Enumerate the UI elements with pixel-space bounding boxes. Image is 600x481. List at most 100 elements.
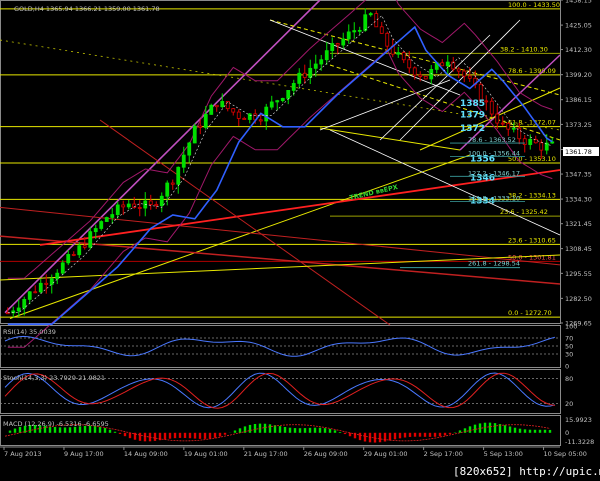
candle-body	[165, 182, 170, 197]
stoch-scale-label: 80	[565, 375, 573, 383]
white-down-line	[329, 129, 561, 236]
candle-body	[286, 89, 291, 99]
candle-body	[22, 298, 27, 309]
time-tick-label: 5 Sep 13:00	[484, 450, 523, 458]
candle-body	[198, 125, 203, 128]
fib-projection-big: 1379	[460, 110, 485, 120]
candle-body	[368, 13, 373, 16]
symbol-header: GOLD,H4 1365.94 1366.21 1359.00 1361.78	[14, 5, 160, 13]
fib-projection-label: 161.8 - 1333.10	[468, 194, 520, 202]
time-tick-label: 9 Aug 17:00	[64, 450, 104, 458]
fib-level-label: 61.8 - 1372.07	[508, 119, 556, 127]
fib-level-label: 23.6 - 1325.42	[500, 208, 548, 216]
candle-body	[242, 118, 247, 120]
candle-body	[374, 13, 379, 28]
candle-body	[440, 62, 445, 67]
price-tick-label: 1399.20	[565, 71, 592, 79]
candle-body	[445, 61, 450, 67]
macd-label: MACD (12,26,9) -6.5316 -6.6595	[3, 420, 109, 428]
candle-body	[385, 32, 390, 47]
candle-body	[126, 203, 131, 208]
candle-body	[66, 254, 71, 264]
candle-body	[522, 138, 527, 145]
rsi-label: RSI(14) 35.0039	[3, 328, 56, 336]
uptrend-line-lower	[9, 154, 471, 319]
candle-body	[511, 127, 516, 130]
candle-body	[495, 113, 500, 124]
candle-body	[231, 108, 236, 113]
macd-scale-label: -11.3228	[565, 438, 594, 446]
candle-body	[33, 291, 38, 294]
resistance-dashed-1	[269, 19, 561, 96]
rsi-scale-label: 30	[565, 351, 573, 359]
time-tick-label: 14 Aug 09:00	[124, 450, 168, 458]
candle-body	[104, 217, 109, 222]
candle-body	[49, 278, 54, 285]
candle-body	[27, 291, 32, 300]
candle-body	[264, 106, 269, 122]
price-tick-label: 1373.25	[565, 121, 592, 129]
candle-body	[335, 43, 340, 46]
macd-scale-label: 15.9923	[565, 416, 592, 424]
time-tick-label: 21 Aug 17:00	[244, 450, 288, 458]
rsi-scale-label: 50	[565, 343, 573, 351]
candle-body	[203, 114, 208, 128]
candle-body	[121, 204, 126, 208]
chart-canvas: 100.0 - 1433.50 38.2 - 1410.30 78.6 - 1399…	[0, 0, 600, 478]
rsi-scale-label: 0	[565, 363, 569, 371]
candle-body	[418, 74, 423, 77]
fib-projection-label: 78.6 - 1363.52	[468, 136, 516, 144]
candle-body	[352, 30, 357, 33]
candle-body	[379, 26, 384, 34]
candle-body	[209, 104, 214, 115]
candle-body	[258, 119, 263, 122]
candle-body	[396, 52, 401, 55]
fib-level-label: 78.6 - 1399.09	[508, 67, 556, 75]
fib-level-label: 38.2 - 1410.30	[500, 45, 548, 53]
candle-body	[489, 100, 494, 115]
rsi-indicator: 100 705030 0	[0, 323, 577, 371]
candle-body	[401, 52, 406, 61]
candle-body	[247, 113, 252, 120]
fib-level-label: 261.8 - 1298.54	[468, 260, 520, 268]
candle-body	[506, 123, 511, 130]
price-tick-label: 1334.30	[565, 196, 592, 204]
candle-body	[115, 204, 120, 215]
candle-body	[302, 72, 307, 78]
price-tick-label: 1308.45	[565, 245, 592, 253]
candle-body	[55, 272, 60, 280]
candle-body	[60, 262, 65, 274]
candle-body	[236, 111, 241, 119]
price-tick-label: 1295.55	[565, 270, 592, 278]
candle-body	[297, 72, 302, 84]
candle-body	[176, 166, 181, 185]
candle-body	[99, 221, 104, 229]
price-tick-label: 1347.35	[565, 171, 592, 179]
candle-body	[324, 50, 329, 61]
candle-body	[363, 14, 368, 31]
candle-body	[82, 245, 87, 248]
candle-body	[192, 125, 197, 144]
candle-body	[308, 67, 313, 78]
bottom-trend	[319, 127, 461, 151]
panel-frame	[0, 325, 561, 368]
uptrend-channel-upper	[4, 0, 321, 314]
candle-body	[38, 282, 43, 293]
candle-body	[357, 29, 362, 32]
time-axis: 7 Aug 2013 9 Aug 17:00 14 Aug 09:00 19 Aug …	[3, 447, 587, 458]
candle-body	[220, 101, 225, 108]
candle-body	[467, 75, 472, 79]
candle-body	[137, 207, 142, 209]
price-tick-label: 1425.05	[565, 22, 592, 30]
price-tick-label: 1282.50	[565, 295, 592, 303]
fib-level-label: 0.0 - 1272.70	[508, 309, 552, 317]
time-tick-label: 26 Aug 09:00	[304, 450, 348, 458]
candle-body	[313, 63, 318, 69]
rsi-scale-label: 100	[565, 323, 577, 331]
time-tick-label: 29 Aug 01:00	[364, 450, 408, 458]
price-tick-label: 1412.30	[565, 46, 592, 54]
candle-body	[412, 67, 417, 76]
candle-body	[544, 142, 549, 151]
candle-body	[550, 141, 555, 144]
candle-body	[159, 195, 164, 206]
